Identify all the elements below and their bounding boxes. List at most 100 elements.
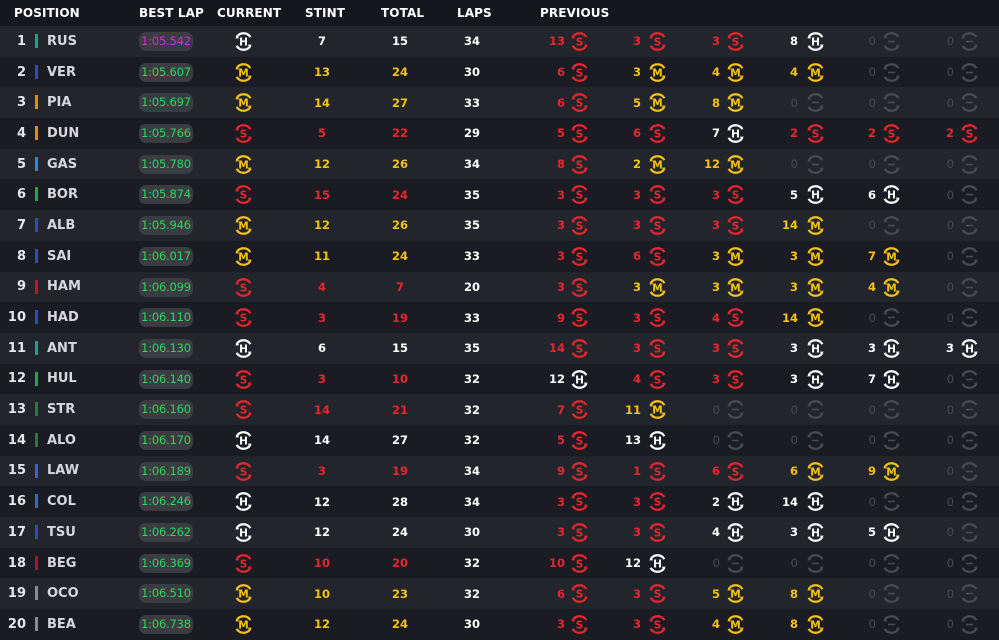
svg-text:S: S bbox=[240, 190, 248, 202]
svg-text:M: M bbox=[730, 159, 740, 171]
previous-stint-laps: 0 bbox=[946, 65, 954, 80]
previous-soft-tyre-icon: S bbox=[569, 92, 590, 113]
previous-stint-laps: 3 bbox=[789, 279, 798, 294]
table-row[interactable]: 8 SAI 1:06.017 M 11 24 33 3 S 6 S 3 M 3 M 7 M 0 bbox=[0, 240, 999, 272]
current-soft-tyre-icon: S bbox=[233, 307, 254, 328]
table-row[interactable]: 11 ANT 1:06.130 H 6 15 35 14 S 3 S 3 S 3 H 3 H 3 H bbox=[0, 332, 999, 364]
previous-hard-tyre-icon: H bbox=[881, 184, 902, 205]
driver-code[interactable]: SAI bbox=[47, 241, 71, 272]
table-row[interactable]: 1 RUS 1:05.542 H 7 15 34 13 S 3 S 3 S 8 H 0 0 bbox=[0, 26, 999, 57]
header-best-lap[interactable]: BEST LAP bbox=[139, 0, 204, 26]
driver-code[interactable]: BEG bbox=[47, 548, 76, 579]
driver-code[interactable]: LAW bbox=[47, 456, 79, 487]
best-lap-time: 1:06.160 bbox=[139, 400, 193, 420]
driver-code[interactable]: HUL bbox=[47, 364, 77, 395]
table-row[interactable]: 15 LAW 1:06.189 S 3 19 34 9 S 1 S 6 S 6 M 9 M 0 bbox=[0, 455, 999, 487]
total-laps: 23 bbox=[391, 586, 408, 601]
driver-code[interactable]: ALB bbox=[47, 210, 75, 241]
table-row[interactable]: 10 HAD 1:06.110 S 3 19 33 9 S 3 S 4 S 14 M 0 0 bbox=[0, 302, 999, 333]
header-position[interactable]: POSITION bbox=[14, 0, 80, 26]
previous-stint-laps: 0 bbox=[868, 218, 876, 233]
previous-soft-tyre-icon: S bbox=[647, 184, 668, 205]
current-hard-tyre-icon: H bbox=[233, 338, 254, 359]
previous-soft-tyre-icon: S bbox=[647, 491, 668, 512]
header-previous[interactable]: PREVIOUS bbox=[540, 0, 609, 26]
table-row[interactable]: 7 ALB 1:05.946 M 12 26 35 3 S 3 S 3 S 14 M 0 0 bbox=[0, 210, 999, 241]
driver-code[interactable]: ALO bbox=[47, 425, 76, 456]
driver-code[interactable]: BOR bbox=[47, 179, 78, 210]
previous-soft-tyre-icon: S bbox=[569, 522, 590, 543]
driver-code[interactable]: GAS bbox=[47, 149, 77, 180]
driver-code[interactable]: COL bbox=[47, 486, 76, 517]
table-row[interactable]: 14 ALO 1:06.170 H 14 27 32 5 S 13 H 0 0 0 0 bbox=[0, 424, 999, 456]
table-row[interactable]: 16 COL 1:06.246 H 12 28 34 3 S 3 S 2 H 14 H 0 0 bbox=[0, 486, 999, 517]
previous-stint-laps: 2 bbox=[867, 126, 876, 141]
previous-empty-tyre-icon bbox=[725, 553, 746, 574]
table-row[interactable]: 2 VER 1:05.607 M 13 24 30 6 S 3 M 4 M 4 M 0 0 bbox=[0, 56, 999, 88]
driver-code[interactable]: BEA bbox=[47, 609, 76, 640]
driver-code[interactable]: ANT bbox=[47, 333, 77, 364]
best-lap-time: 1:05.607 bbox=[139, 62, 193, 82]
driver-code[interactable]: OCO bbox=[47, 578, 79, 609]
laps-count: 32 bbox=[463, 586, 480, 601]
driver-code[interactable]: STR bbox=[47, 394, 75, 425]
svg-text:S: S bbox=[732, 343, 740, 355]
previous-stint-laps: 3 bbox=[632, 586, 641, 601]
previous-stint-laps: 0 bbox=[712, 433, 720, 448]
previous-soft-tyre-icon: S bbox=[959, 123, 980, 144]
previous-stint-laps: 2 bbox=[789, 126, 798, 141]
driver-code[interactable]: HAM bbox=[47, 272, 81, 303]
current-medium-tyre-icon: M bbox=[233, 215, 254, 236]
previous-soft-tyre-icon: S bbox=[569, 307, 590, 328]
team-color-bar bbox=[35, 34, 38, 48]
table-row[interactable]: 12 HUL 1:06.140 S 3 10 32 12 H 4 S 3 S 3 H 7 H 0 bbox=[0, 363, 999, 395]
table-row[interactable]: 6 BOR 1:05.874 S 15 24 35 3 S 3 S 3 S 5 H 6 H 0 bbox=[0, 179, 999, 211]
table-row[interactable]: 18 BEG 1:06.369 S 10 20 32 10 S 12 H 0 0 0 0 bbox=[0, 547, 999, 579]
team-color-bar bbox=[35, 95, 38, 110]
previous-empty-tyre-icon bbox=[959, 62, 980, 83]
driver-code[interactable]: HAD bbox=[47, 302, 79, 333]
table-row[interactable]: 13 STR 1:06.160 S 14 21 32 7 S 11 M 0 0 0 0 bbox=[0, 394, 999, 425]
driver-code[interactable]: VER bbox=[47, 57, 76, 88]
header-stint[interactable]: STINT bbox=[305, 0, 345, 26]
header-laps[interactable]: LAPS bbox=[457, 0, 492, 26]
table-row[interactable]: 17 TSU 1:06.262 H 12 24 30 3 S 3 S 4 H 3 H 5 H 0 bbox=[0, 517, 999, 548]
previous-stint-laps: 7 bbox=[711, 126, 720, 141]
svg-text:S: S bbox=[654, 220, 662, 232]
driver-code[interactable]: RUS bbox=[47, 26, 77, 57]
standings-table: 1 RUS 1:05.542 H 7 15 34 13 S 3 S 3 S 8 H 0 0 2 VER 1:05.60… bbox=[0, 26, 999, 640]
current-medium-tyre-icon: M bbox=[233, 614, 254, 635]
table-row[interactable]: 4 DUN 1:05.766 S 5 22 29 5 S 6 S 7 H 2 S 2 S 2 S bbox=[0, 118, 999, 149]
driver-code[interactable]: TSU bbox=[47, 517, 76, 548]
best-lap-time: 1:06.130 bbox=[139, 338, 193, 358]
previous-soft-tyre-icon: S bbox=[647, 31, 668, 52]
previous-empty-tyre-icon bbox=[959, 277, 980, 298]
svg-text:S: S bbox=[576, 159, 584, 171]
table-row[interactable]: 19 OCO 1:06.510 M 10 23 32 6 S 3 S 5 M 8 M 0 0 bbox=[0, 578, 999, 610]
stint-laps: 14 bbox=[313, 95, 330, 110]
previous-stint-laps: 0 bbox=[868, 494, 876, 509]
previous-stint-laps: 0 bbox=[946, 279, 954, 294]
previous-hard-tyre-icon: H bbox=[647, 553, 668, 574]
table-row[interactable]: 3 PIA 1:05.697 M 14 27 33 6 S 5 M 8 M 0 0 0 bbox=[0, 87, 999, 119]
previous-soft-tyre-icon: S bbox=[647, 123, 668, 144]
previous-stint-laps: 7 bbox=[556, 402, 565, 417]
driver-code[interactable]: DUN bbox=[47, 118, 79, 149]
header-total[interactable]: TOTAL bbox=[381, 0, 424, 26]
table-row[interactable]: 20 BEA 1:06.738 M 12 24 30 3 S 3 S 4 M 8 M 0 0 bbox=[0, 609, 999, 640]
svg-text:H: H bbox=[887, 527, 896, 539]
svg-text:H: H bbox=[887, 190, 896, 202]
previous-stint-laps: 0 bbox=[946, 525, 954, 540]
header-current[interactable]: CURRENT bbox=[217, 0, 281, 26]
total-laps: 24 bbox=[391, 249, 408, 264]
driver-code[interactable]: PIA bbox=[47, 87, 71, 118]
svg-text:S: S bbox=[654, 128, 662, 140]
best-lap-time: 1:05.780 bbox=[139, 154, 193, 174]
previous-stint-laps: 0 bbox=[946, 371, 954, 386]
svg-text:S: S bbox=[732, 36, 740, 48]
table-row[interactable]: 5 GAS 1:05.780 M 12 26 34 8 S 2 M 12 M 0 0 0 bbox=[0, 148, 999, 180]
table-row[interactable]: 9 HAM 1:06.099 S 4 7 20 3 S 3 M 3 M 3 M 4 M 0 bbox=[0, 271, 999, 303]
previous-empty-tyre-icon bbox=[959, 307, 980, 328]
previous-stint-laps: 0 bbox=[946, 310, 954, 325]
svg-text:S: S bbox=[654, 527, 662, 539]
